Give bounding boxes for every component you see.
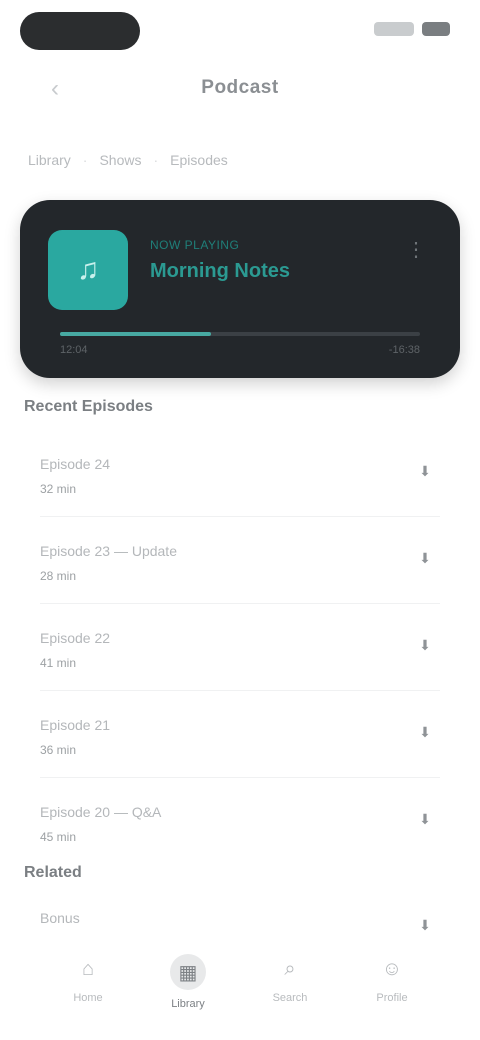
nav-label: Home	[73, 992, 103, 1004]
episode-duration: 45 min	[40, 830, 77, 844]
header: ‹ Podcast	[0, 64, 480, 114]
battery-icon	[422, 22, 450, 36]
more-vertical-icon: ⋮	[406, 239, 426, 261]
breadcrumb-separator: ·	[153, 152, 159, 168]
breadcrumb-item-library[interactable]: Library	[28, 152, 71, 168]
nav-label: Search	[272, 992, 308, 1004]
now-playing-title: Morning Notes	[150, 260, 290, 282]
status-bar	[0, 0, 480, 64]
episode-title: Episode 21	[40, 717, 111, 733]
episode-title: Episode 22	[40, 630, 111, 646]
episode-title: Episode 24	[40, 456, 111, 472]
download-icon: ⬇	[419, 723, 431, 740]
library-icon: ▦	[170, 954, 206, 990]
download-icon: ⬇	[419, 810, 431, 827]
episode-title: Episode 23 — Update	[40, 543, 177, 559]
list-item[interactable]: Episode 24 32 min ⬇	[0, 430, 480, 517]
list-item[interactable]: Episode 20 — Q&A 45 min ⬇	[0, 778, 480, 865]
download-button[interactable]: ⬇	[408, 804, 442, 834]
breadcrumb-item-episodes[interactable]: Episodes	[170, 152, 228, 168]
related-title: Bonus	[40, 910, 80, 926]
profile-icon: ☺	[381, 957, 403, 980]
nav-item-home[interactable]: ⌂ Home	[58, 954, 118, 1024]
episode-list: Episode 24 32 min ⬇ Episode 23 — Update …	[0, 430, 480, 865]
download-button[interactable]: ⬇	[408, 456, 442, 486]
download-icon: ⬇	[419, 916, 431, 933]
more-options-button[interactable]: ⋮	[402, 236, 430, 264]
elapsed-time: 12:04	[60, 344, 88, 356]
episode-duration: 32 min	[40, 482, 77, 496]
download-icon: ⬇	[419, 636, 431, 653]
section-title-episodes: Recent Episodes	[24, 398, 153, 415]
progress-fill	[60, 332, 212, 336]
download-button[interactable]: ⬇	[408, 717, 442, 747]
list-item[interactable]: Episode 22 41 min ⬇	[0, 604, 480, 691]
download-button[interactable]: ⬇	[408, 543, 442, 573]
home-icon: ⌂	[81, 957, 95, 980]
episode-duration: 41 min	[40, 656, 77, 670]
episode-title: Episode 20 — Q&A	[40, 804, 162, 820]
nav-item-library[interactable]: ▦ Library	[158, 954, 218, 1024]
status-pill	[20, 12, 140, 50]
download-icon: ⬇	[419, 549, 431, 566]
search-icon: ⌕	[284, 957, 296, 980]
podcast-artwork: ♫	[48, 230, 128, 310]
section-title-related: Related	[24, 864, 82, 881]
status-indicators	[374, 22, 450, 36]
download-icon: ⬇	[419, 462, 431, 479]
bottom-navigation: ⌂ Home ▦ Library ⌕ Search ☺ Profile	[0, 940, 480, 1040]
breadcrumb: Library · Shows · Episodes	[28, 152, 228, 168]
page-title: Podcast	[201, 77, 279, 98]
list-item[interactable]: Episode 23 — Update 28 min ⬇	[0, 517, 480, 604]
nav-label: Library	[171, 998, 205, 1010]
download-button[interactable]: ⬇	[408, 910, 442, 940]
signal-icon	[374, 22, 414, 36]
nav-item-profile[interactable]: ☺ Profile	[362, 954, 422, 1024]
nav-item-search[interactable]: ⌕ Search	[260, 954, 320, 1024]
breadcrumb-separator: ·	[82, 152, 88, 168]
breadcrumb-item-shows[interactable]: Shows	[99, 152, 141, 168]
download-button[interactable]: ⬇	[408, 630, 442, 660]
episode-duration: 28 min	[40, 569, 77, 583]
music-note-icon: ♫	[76, 253, 100, 286]
nav-label: Profile	[376, 992, 408, 1004]
now-playing-label: NOW PLAYING	[150, 238, 240, 252]
list-item[interactable]: Episode 21 36 min ⬇	[0, 691, 480, 778]
progress-bar[interactable]	[60, 332, 420, 336]
episode-duration: 36 min	[40, 743, 77, 757]
now-playing-card[interactable]: ♫ NOW PLAYING Morning Notes ⋮ 12:04 -16:…	[20, 200, 460, 378]
remaining-time: -16:38	[388, 344, 420, 356]
